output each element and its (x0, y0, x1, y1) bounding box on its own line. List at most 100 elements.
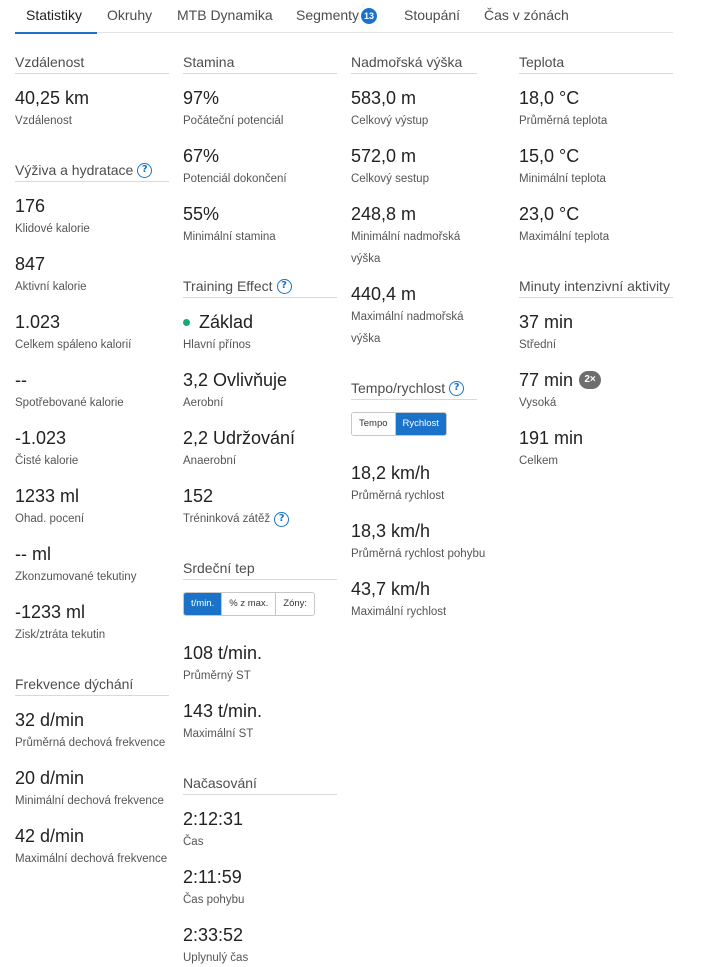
stat-value: 847 (15, 254, 46, 274)
stat-value: 40,25 km (15, 88, 90, 108)
stat-label: Spotřebované kalorie (15, 397, 124, 409)
stat-value: 1.023 (15, 312, 61, 332)
stat-min-elevation: 248,8 m Minimální nadmořská výška (351, 203, 477, 270)
stat-label: Hlavní přínos (183, 339, 251, 351)
stat-total-descent: 572,0 m Celkový sestup (351, 145, 477, 190)
stat-value: 2,2 Udržování (183, 428, 296, 448)
stat-value: 18,3 km/h (351, 521, 431, 541)
tab-okruhy[interactable]: Okruhy (97, 0, 167, 33)
tab-stoupani[interactable]: Stoupání (394, 0, 474, 33)
stat-value: 15,0 °C (519, 146, 580, 166)
stat-total-calories: 1.023 Celkem spáleno kalorií (15, 311, 169, 356)
stat-value: 32 d/min (15, 710, 85, 730)
stat-distance: 40,25 km Vzdálenost (15, 87, 169, 132)
stat-fluids-consumed: -- ml Zkonzumované tekutiny (15, 543, 169, 588)
stat-value: 77 min 2× (519, 369, 673, 391)
stat-avg-moving-speed: 18,3 km/h Průměrná rychlost pohybu (351, 520, 486, 565)
stat-label: Zisk/ztráta tekutin (15, 629, 106, 641)
stat-anaerobic: 2,2 Udržování Anaerobní (183, 427, 337, 472)
segment-count-badge: 13 (361, 8, 378, 24)
stat-label: Aktivní kalorie (15, 281, 87, 293)
help-icon[interactable]: ? (274, 511, 290, 527)
heart-rate-unit-toggle: t/min. % z max. Zóny: (183, 592, 316, 616)
training-load-label-text: Tréninková zátěž (183, 513, 271, 525)
stat-moving-time: 2:11:59 Čas pohybu (183, 866, 337, 911)
breathing-section-title: Frekvence dýchání (15, 676, 169, 696)
stat-label: Celkový sestup (351, 173, 429, 185)
toggle-speed[interactable]: Rychlost (394, 413, 446, 435)
help-icon[interactable]: ? (276, 278, 292, 294)
pace-speed-toggle: Tempo Rychlost (351, 412, 447, 436)
stat-value: 18,2 km/h (351, 463, 431, 483)
stat-avg-temperature: 18,0 °C Průměrná teplota (519, 87, 673, 132)
stat-label: Průměrná rychlost (351, 490, 445, 502)
stat-value: 176 (15, 196, 46, 216)
toggle-pace[interactable]: Tempo (352, 413, 395, 435)
help-icon[interactable]: ? (449, 380, 465, 396)
stat-label: Průměrná rychlost pohybu (351, 548, 486, 560)
stat-value: 572,0 m (351, 146, 417, 166)
heart-rate-section-title: Srdeční tep (183, 560, 337, 580)
primary-benefit-dot-icon (183, 318, 190, 326)
stat-value: 23,0 °C (519, 204, 580, 224)
stat-value: 42 d/min (15, 826, 85, 846)
stat-net-calories: -1.023 Čisté kalorie (15, 427, 169, 472)
primary-benefit-text: Základ (199, 312, 254, 332)
stats-column-2: Stamina 97% Počáteční potenciál 67% Pote… (183, 54, 337, 967)
help-icon[interactable]: ? (137, 162, 153, 178)
toggle-zones[interactable]: Zóny: (275, 593, 315, 615)
stat-value: 2:11:59 (183, 867, 242, 887)
stat-elapsed-time: 2:33:52 Uplynulý čas (183, 924, 337, 967)
stat-value: -1233 ml (15, 602, 86, 622)
stat-label: Minimální dechová frekvence (15, 795, 164, 807)
stat-label: Čas pohybu (183, 894, 245, 906)
toggle-bpm[interactable]: t/min. (184, 593, 222, 615)
vigorous-minutes-text: 77 min (519, 370, 574, 390)
stat-label: Celkový výstup (351, 115, 429, 127)
stat-label: Počáteční potenciál (183, 115, 284, 127)
stat-value: -- ml (15, 544, 51, 564)
intensity-minutes-section-title: Minuty intenzivní aktivity (519, 278, 673, 298)
stat-value: 3,2 Ovlivňuje (183, 370, 288, 390)
stat-consumed-calories: -- Spotřebované kalorie (15, 369, 169, 414)
tab-segmenty-label: Segmenty (296, 7, 360, 23)
stamina-section-title: Stamina (183, 54, 337, 74)
stat-label: Celkem (519, 455, 558, 467)
toggle-percent-max[interactable]: % z max. (221, 593, 276, 615)
multiplier-badge: 2× (579, 371, 602, 389)
elevation-section-title: Nadmořská výška (351, 54, 477, 74)
tab-segmenty[interactable]: Segmenty 13 (286, 0, 394, 33)
stat-label: Vzdálenost (15, 115, 72, 127)
tab-cas-v-zonach[interactable]: Čas v zónách (474, 0, 569, 33)
stat-training-load: 152 Tréninková zátěž ? (183, 485, 337, 530)
stat-label: Čisté kalorie (15, 455, 79, 467)
stat-max-hr: 143 t/min. Maximální ST (183, 700, 337, 745)
stat-label: Maximální ST (183, 728, 254, 740)
tab-statistiky[interactable]: Statistiky (15, 0, 97, 34)
training-effect-section-title: Training Effect ? (183, 278, 337, 298)
stat-value: 440,4 m (351, 284, 417, 304)
stat-value: 152 (183, 486, 214, 506)
distance-section-title: Vzdálenost (15, 54, 169, 74)
stat-active-calories: 847 Aktivní kalorie (15, 253, 169, 298)
stat-sweat-loss: 1233 ml Ohad. pocení (15, 485, 169, 530)
stat-aerobic: 3,2 Ovlivňuje Aerobní (183, 369, 337, 414)
timing-section-title: Načasování (183, 775, 337, 795)
stat-label: Zkonzumované tekutiny (15, 571, 137, 583)
tab-mtb-dynamika[interactable]: MTB Dynamika (167, 0, 286, 33)
stat-label: Ohad. pocení (15, 513, 85, 525)
stat-label: Průměrný ST (183, 670, 251, 682)
stat-avg-breathing: 32 d/min Průměrná dechová frekvence (15, 709, 169, 754)
stat-value: 191 min (519, 428, 584, 448)
stat-value: 2:12:31 (183, 809, 244, 829)
stat-label: Minimální teplota (519, 173, 606, 185)
stat-label: Uplynulý čas (183, 952, 249, 964)
stat-value: 143 t/min. (183, 701, 263, 721)
stat-value: 67% (183, 146, 220, 166)
stat-label: Průměrná teplota (519, 115, 608, 127)
pace-title-text: Tempo/rychlost (351, 380, 446, 396)
stat-max-elevation: 440,4 m Maximální nadmořská výška (351, 283, 477, 350)
stat-value: 43,7 km/h (351, 579, 431, 599)
nutrition-section-title: Výživa a hydratace ? (15, 162, 169, 182)
stat-vigorous-minutes: 77 min 2× Vysoká (519, 369, 673, 414)
